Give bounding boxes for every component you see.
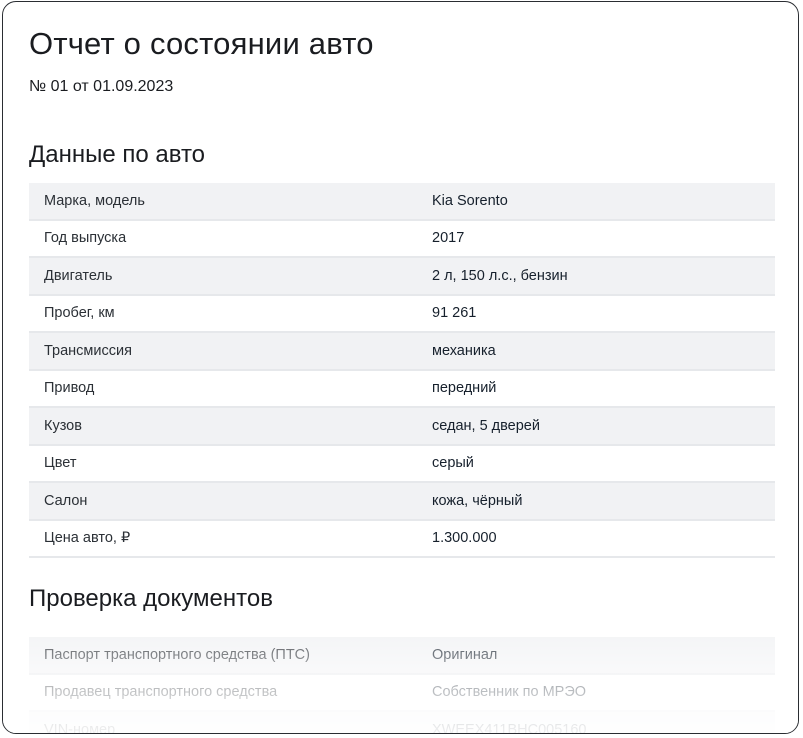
row-value: 1.300.000 — [432, 530, 497, 547]
report-card: Отчет о состоянии авто № 01 от 01.09.202… — [2, 1, 799, 734]
row-value: 2017 — [432, 230, 465, 247]
page-title: Отчет о состоянии авто — [29, 26, 374, 61]
table-row: VIN-номер XWEEX411BHC005160 — [29, 712, 775, 734]
row-value: XWEEX411BHC005160 — [432, 721, 587, 734]
row-value: механика — [432, 342, 496, 359]
row-label: Пробег, км — [44, 305, 115, 322]
row-label: Цена авто, ₽ — [44, 530, 131, 547]
row-label: Паспорт транспортного средства (ПТС) — [44, 646, 310, 663]
section-title-car-data: Данные по авто — [29, 141, 206, 168]
table-row: Кузов седан, 5 дверей — [29, 408, 775, 446]
table-row: Цвет серый — [29, 446, 775, 483]
row-label: Продавец транспортного средства — [44, 684, 278, 701]
row-value: 91 261 — [432, 305, 477, 322]
table-row: Продавец транспортного средства Собствен… — [29, 675, 775, 712]
row-value: кожа, чёрный — [432, 492, 523, 509]
table-row: Марка, модель Kia Sorento — [29, 183, 775, 221]
table-row: Цена авто, ₽ 1.300.000 — [29, 521, 775, 558]
section-title-documents: Проверка документов — [29, 585, 273, 612]
report-number-date: № 01 от 01.09.2023 — [29, 78, 174, 95]
table-row: Салон кожа, чёрный — [29, 483, 775, 521]
row-label: Трансмиссия — [44, 342, 132, 359]
row-value: серый — [432, 455, 474, 472]
row-label: Кузов — [44, 417, 82, 434]
table-row: Трансмиссия механика — [29, 333, 775, 371]
row-value: Собственник по МРЭО — [432, 684, 587, 701]
row-label: Двигатель — [44, 267, 113, 284]
row-value: 2 л, 150 л.с., бензин — [432, 267, 568, 284]
row-label: Цвет — [44, 455, 77, 472]
table-row: Паспорт транспортного средства (ПТС) Ори… — [29, 637, 775, 675]
row-label: Привод — [44, 380, 95, 397]
row-value: Kia Sorento — [432, 192, 508, 209]
table-row: Привод передний — [29, 371, 775, 408]
table-row: Год выпуска 2017 — [29, 221, 775, 258]
row-value: передний — [432, 380, 497, 397]
row-label: Марка, модель — [44, 192, 145, 209]
row-label: Год выпуска — [44, 230, 127, 247]
row-label: VIN-номер — [44, 721, 116, 734]
row-label: Салон — [44, 492, 88, 509]
table-row: Двигатель 2 л, 150 л.с., бензин — [29, 258, 775, 296]
row-value: Оригинал — [432, 646, 498, 663]
car-data-table: Марка, модель Kia Sorento Год выпуска 20… — [29, 183, 775, 558]
row-value: седан, 5 дверей — [432, 417, 540, 434]
table-row: Пробег, км 91 261 — [29, 296, 775, 333]
documents-table: Паспорт транспортного средства (ПТС) Ори… — [29, 637, 775, 734]
